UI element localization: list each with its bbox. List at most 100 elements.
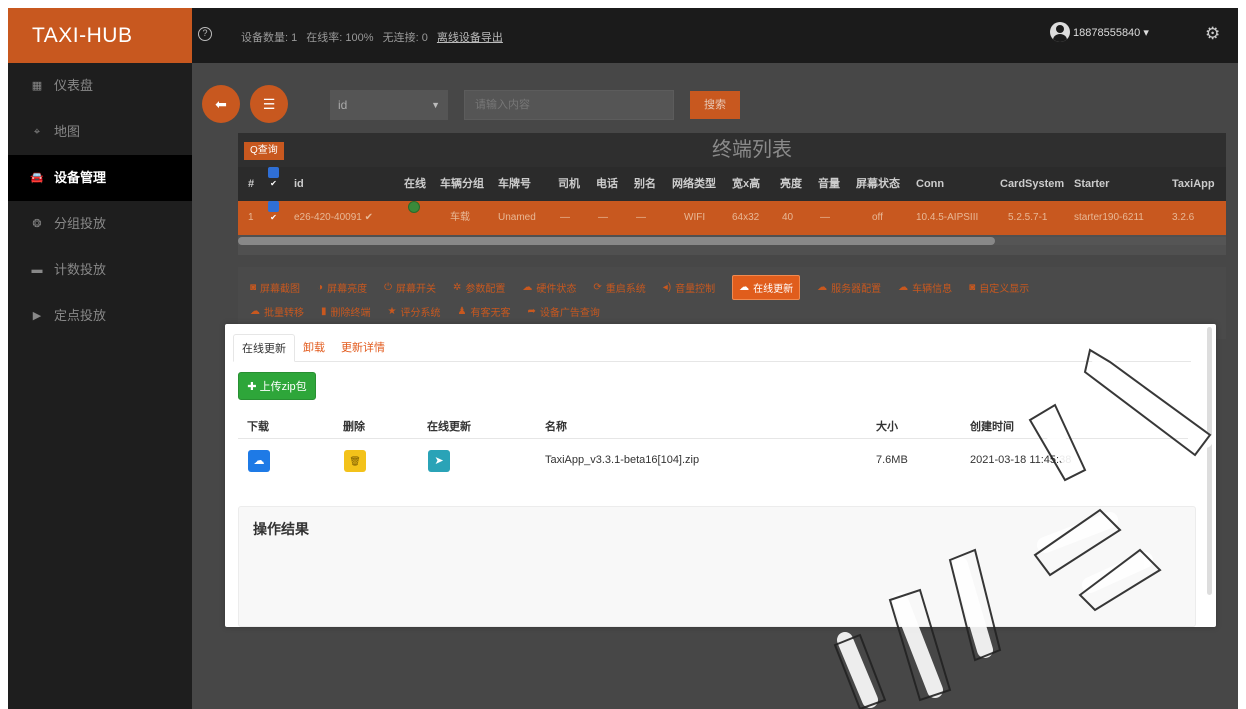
table-row[interactable]: 1 ✔ e26-420-40091 ✔ 车载 Unamed — — — WIFI… (238, 201, 1226, 235)
transfer-icon: ☁ (250, 305, 260, 317)
tool-brightness[interactable]: ◑ 屏幕亮度 (317, 280, 367, 295)
push-update-button[interactable]: ➤ (428, 450, 450, 472)
vertical-scrollbar[interactable] (1207, 327, 1212, 595)
tool-ad-query[interactable]: ➦ 设备广告查询 (527, 304, 599, 319)
sidebar-item-label: 计数投放 (54, 262, 107, 277)
upload-zip-button[interactable]: ✚ 上传zip包 (238, 372, 316, 400)
tab-uninstall[interactable]: 卸载 (295, 334, 333, 361)
tool-hardware-status[interactable]: ☁ 硬件状态 (522, 280, 576, 295)
tool-reboot[interactable]: ⟳ 重启系统 (593, 280, 645, 295)
toolbar-row-2: ☁ 批量转移 ▮ 删除终端 ★ 评分系统 ♟ 有客无客 ➦ 设备广告查询 (250, 299, 1214, 323)
column-header: 创建时间 (970, 421, 1014, 433)
send-icon: ➤ (434, 455, 444, 467)
column-header: 宽x高 (732, 178, 761, 190)
column-header: 电话 (596, 178, 618, 190)
search-field-select[interactable]: id ▼ (330, 90, 448, 120)
tool-batch-transfer[interactable]: ☁ 批量转移 (250, 304, 304, 319)
back-button[interactable]: ⬅ (202, 85, 240, 123)
download-button[interactable]: ☁ (248, 450, 270, 472)
tool-label: 有客无客 (470, 307, 511, 319)
gear-icon[interactable]: ⚙ (1205, 25, 1220, 42)
tool-label: 屏幕开关 (396, 283, 437, 295)
tool-passenger-status[interactable]: ♟ 有客无客 (457, 304, 510, 319)
cloud-download-icon: ☁ (253, 455, 265, 467)
tool-online-update[interactable]: ☁ 在线更新 (732, 274, 801, 300)
tool-label: 在线更新 (753, 283, 794, 295)
delete-button[interactable]: 🗑 (344, 450, 366, 472)
column-header: 音量 (818, 178, 840, 190)
column-header: 亮度 (780, 178, 802, 190)
sidebar-item-label: 定点投放 (54, 308, 107, 323)
export-offline-link[interactable]: 离线设备导出 (437, 32, 503, 44)
terminal-table-panel: Q查询 终端列表 # ✔ id 在线 车辆分组 车牌号 司机 电话 别名 网络类… (238, 133, 1226, 255)
card-icon: ▬ (31, 264, 43, 276)
tool-label: 评分系统 (400, 307, 441, 319)
sidebar-item-label: 分组投放 (54, 216, 107, 231)
sidebar-item-fixed-delivery[interactable]: ▶ 定点投放 (8, 293, 192, 339)
column-header: 在线 (404, 178, 426, 190)
search-button[interactable]: 搜索 (690, 91, 740, 119)
cloud-icon: ☁ (522, 281, 533, 293)
sidebar-item-device-management[interactable]: 🚘 设备管理 (8, 155, 192, 201)
phone: — (598, 212, 608, 223)
volume: — (820, 212, 830, 223)
scrollbar-thumb[interactable] (238, 237, 995, 245)
column-header: CardSystem (1000, 178, 1065, 190)
list-toggle-button[interactable]: ☰ (250, 85, 288, 123)
sidebar-item-dashboard[interactable]: ▦ 仪表盘 (8, 63, 192, 109)
column-header: 别名 (634, 178, 656, 190)
file-created-time: 2021-03-18 11:45:38 (970, 454, 1072, 466)
brand-logo[interactable]: TAXI-HUB (8, 8, 192, 63)
play-icon: ▶ (32, 310, 42, 322)
power-icon: ⏻ (384, 281, 393, 293)
tool-param-config[interactable]: ✲ 参数配置 (453, 280, 505, 295)
settings-icon: ✲ (453, 281, 462, 293)
column-header: 车牌号 (498, 178, 531, 190)
sidebar-item-map[interactable]: ⌖ 地图 (8, 109, 192, 155)
column-header: # (248, 178, 255, 190)
tool-delete-terminal[interactable]: ▮ 删除终端 (321, 304, 371, 319)
server-icon: ☁ (817, 281, 828, 293)
tool-volume[interactable]: ◂) 音量控制 (663, 280, 715, 295)
driver: — (560, 212, 570, 223)
top-bar: TAXI-HUB ? 设备数量: 1 在线率: 100% 无连接: 0 离线设备… (8, 8, 1238, 63)
device-id: e26-420-40091 ✔ (294, 212, 373, 223)
toolbar-row-1: ◙ 屏幕截图 ◑ 屏幕亮度 ⏻ 屏幕开关 ✲ 参数配置 ☁ 硬件状态 ⟳ 重启系统 ◂) 音量… (250, 274, 1214, 300)
tool-rating[interactable]: ★ 评分系统 (388, 304, 441, 319)
row-number: 1 (248, 212, 254, 223)
tool-label: 重启系统 (605, 283, 646, 295)
column-header: 删除 (343, 421, 365, 433)
tool-server-config[interactable]: ☁ 服务器配置 (817, 280, 881, 295)
no-connect-count: 无连接: 0 (382, 32, 428, 44)
column-header: 网络类型 (672, 178, 716, 190)
table-column-headers: # ✔ id 在线 车辆分组 车牌号 司机 电话 别名 网络类型 宽x高 亮度 … (238, 167, 1226, 201)
table-title: 终端列表 (712, 139, 792, 161)
share-icon: ➦ (527, 305, 536, 317)
tool-screen-power[interactable]: ⏻ 屏幕开关 (384, 280, 436, 295)
table-header-bar: Q查询 终端列表 (238, 133, 1226, 167)
column-header[interactable]: id (294, 167, 304, 201)
tool-custom-display[interactable]: ◙ 自定义显示 (969, 280, 1029, 295)
sidebar-item-count-delivery[interactable]: ▬ 计数投放 (8, 247, 192, 293)
file-name: TaxiApp_v3.3.1-beta16[104].zip (545, 454, 700, 466)
file-size: 7.6MB (876, 454, 908, 466)
tool-screenshot[interactable]: ◙ 屏幕截图 (250, 280, 300, 295)
operation-result-box: 操作结果 (238, 506, 1196, 627)
search-input[interactable] (464, 90, 674, 120)
star-icon: ★ (387, 305, 397, 317)
sidebar-item-group-delivery[interactable]: ❂ 分组投放 (8, 201, 192, 247)
column-header: 大小 (876, 421, 898, 433)
vehicle-icon: ☁ (898, 281, 909, 293)
user-menu[interactable]: 18878555840 ▾ (1050, 22, 1149, 42)
car-icon: 🚘 (30, 172, 44, 184)
column-header: 司机 (558, 178, 580, 190)
tool-vehicle-info[interactable]: ☁ 车辆信息 (898, 280, 952, 295)
brightness-icon: ◑ (317, 281, 324, 293)
tab-online-update[interactable]: 在线更新 (233, 334, 295, 362)
column-header: TaxiApp (1172, 178, 1215, 190)
user-avatar-icon (1050, 22, 1070, 42)
help-icon[interactable]: ? (198, 27, 212, 41)
tab-update-details[interactable]: 更新详情 (333, 334, 393, 361)
column-header: Conn (916, 178, 945, 190)
horizontal-scrollbar[interactable] (238, 237, 1226, 245)
